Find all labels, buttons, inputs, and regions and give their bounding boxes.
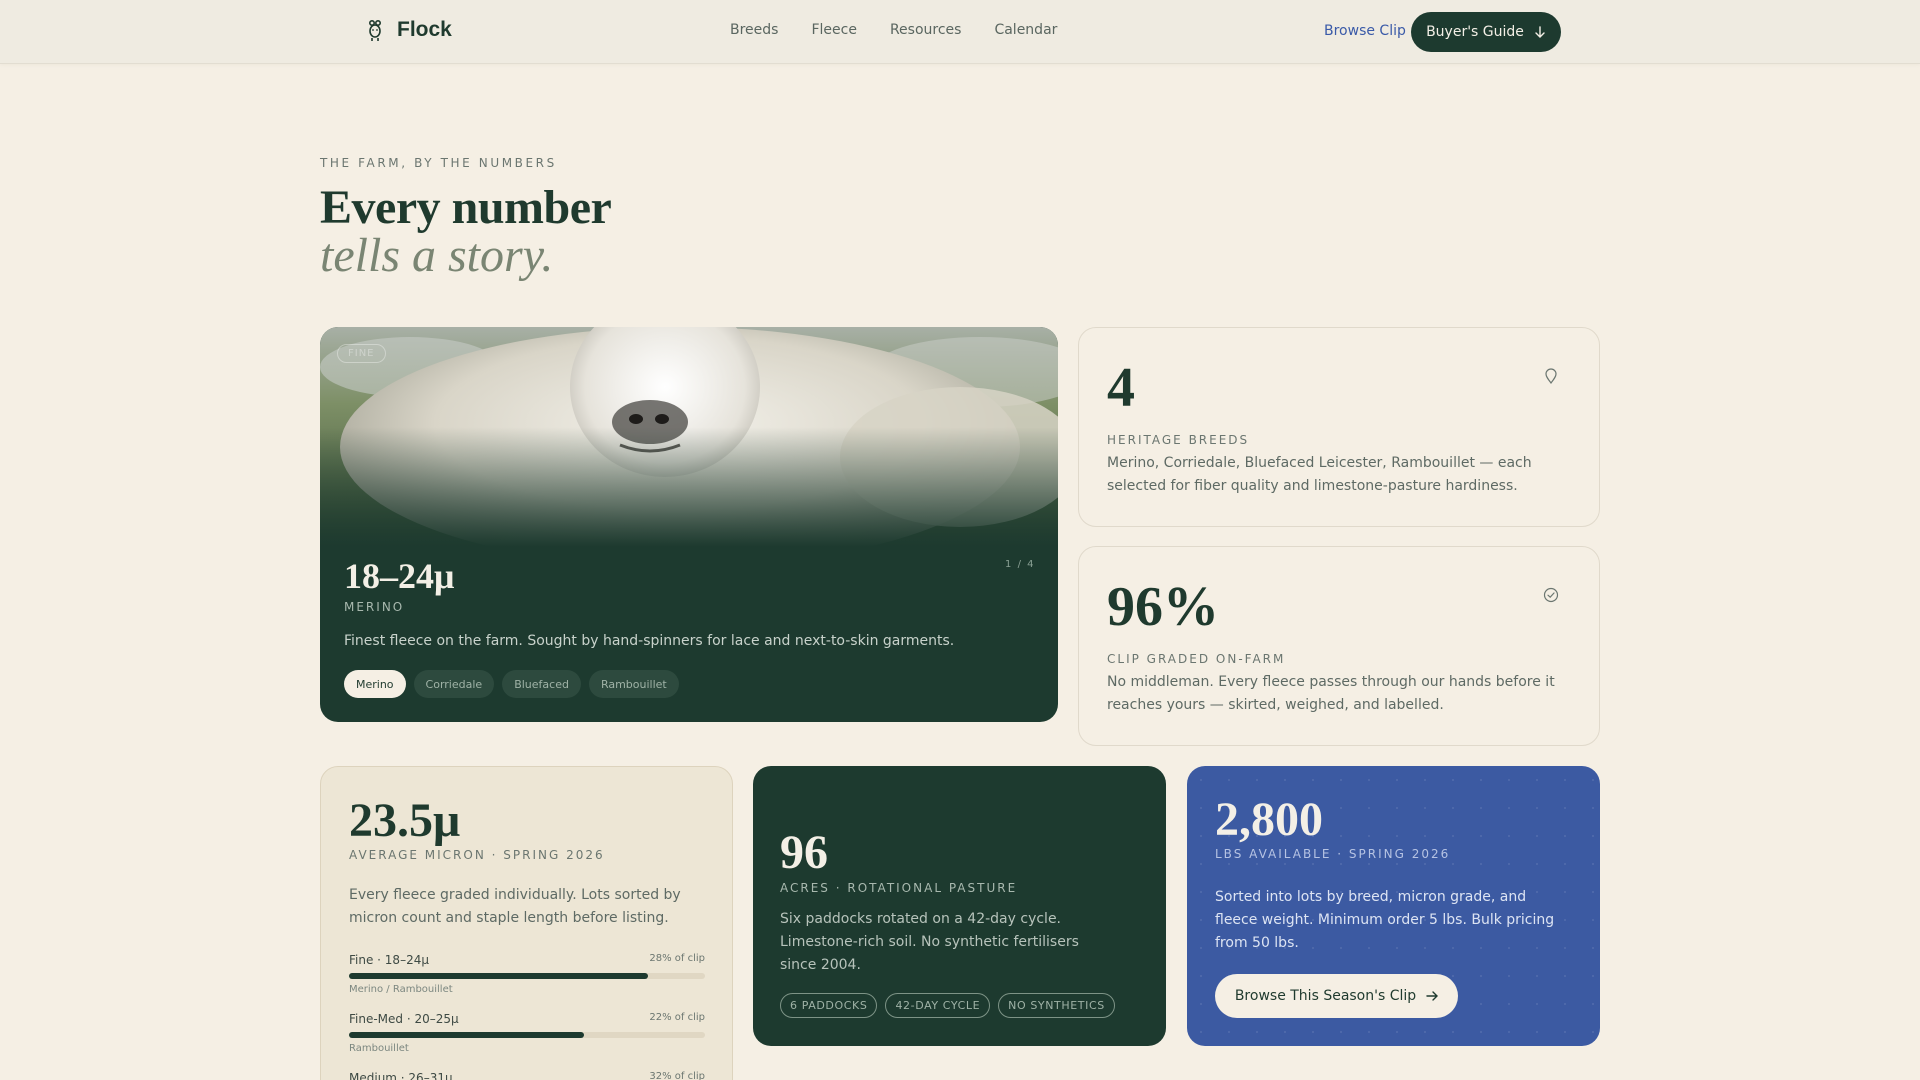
- stat-value: 4: [1107, 357, 1135, 419]
- grade-percent: 22% of clip: [649, 1012, 705, 1023]
- breed-chips: Merino Corriedale Bluefaced Rambouillet: [344, 670, 679, 698]
- nav-link-fleece[interactable]: Fleece: [811, 22, 856, 38]
- chip-merino[interactable]: Merino: [344, 670, 406, 698]
- chip-corriedale[interactable]: Corriedale: [413, 670, 495, 698]
- brand-name: Flock: [397, 18, 452, 41]
- grade-row: Fine · 18–24μ 28% of clip Merino / Rambo…: [349, 953, 705, 995]
- clip-graded-card: 96% CLIP GRADED ON-FARM No middleman. Ev…: [1078, 546, 1600, 746]
- stat-description: No middleman. Every fleece passes throug…: [1107, 674, 1555, 713]
- main-nav: Breeds Fleece Resources Calendar: [730, 22, 1057, 38]
- stat-value: 96%: [1107, 576, 1219, 638]
- stat-description: Merino, Corriedale, Bluefaced Leicester,…: [1107, 455, 1532, 494]
- grade-name: Medium · 26–31μ: [349, 1071, 453, 1080]
- buyers-guide-label: Buyer's Guide: [1426, 24, 1524, 40]
- sheep-logo-icon: [369, 19, 382, 41]
- acres-description: Six paddocks rotated on a 42-day cycle. …: [780, 911, 1079, 973]
- acres-card: 96 ACRES · ROTATIONAL PASTURE Six paddoc…: [753, 766, 1166, 1046]
- micron-label: AVERAGE MICRON · SPRING 2026: [349, 848, 605, 862]
- check-circle-icon: [1543, 587, 1559, 603]
- chip-bluefaced[interactable]: Bluefaced: [502, 670, 581, 698]
- nav-link-breeds[interactable]: Breeds: [730, 22, 778, 38]
- pin-icon: [1545, 368, 1557, 384]
- acres-value: 96: [780, 826, 828, 879]
- grade-bar: [349, 973, 705, 979]
- brand[interactable]: Flock: [365, 18, 452, 42]
- heritage-breeds-card: 4 HERITAGE BREEDS Merino, Corriedale, Bl…: [1078, 327, 1600, 527]
- grade-badge: FINE: [337, 344, 386, 363]
- tag-paddocks: 6 PADDOCKS: [780, 993, 878, 1018]
- chip-rambouillet[interactable]: Rambouillet: [588, 670, 679, 698]
- grade-bar-fill: [349, 973, 649, 979]
- top-nav: Flock Breeds Fleece Resources Calendar B…: [0, 0, 1920, 64]
- grade-row: Fine-Med · 20–25μ 22% of clip Rambouille…: [349, 1012, 705, 1054]
- tag-cycle: 42-DAY CYCLE: [885, 993, 991, 1018]
- grade-bar: [349, 1032, 705, 1038]
- grade-breeds: Rambouillet: [349, 1043, 409, 1054]
- slide-counter: 1 / 4: [1005, 559, 1035, 570]
- lbs-description: Sorted into lots by breed, micron grade,…: [1215, 889, 1555, 951]
- micron-description: Every fleece graded individually. Lots s…: [349, 887, 681, 926]
- nav-link-resources[interactable]: Resources: [890, 22, 962, 38]
- grade-name: Fine-Med · 20–25μ: [349, 1012, 459, 1026]
- breed-feature-card: FINE 1 / 4 18–24μ MERINO Finest fleece o…: [320, 327, 1058, 722]
- arrow-down-icon: [1535, 26, 1545, 38]
- buyers-guide-button[interactable]: Buyer's Guide: [1411, 12, 1561, 52]
- lbs-available-card: 2,800 LBS AVAILABLE · SPRING 2026 Sorted…: [1187, 766, 1600, 1046]
- breed-name: MERINO: [344, 600, 405, 614]
- page-title: Every number: [320, 181, 612, 234]
- lbs-value: 2,800: [1215, 793, 1323, 846]
- arrow-right-icon: [1426, 991, 1439, 1001]
- acres-label: ACRES · ROTATIONAL PASTURE: [780, 881, 1018, 895]
- stat-label: HERITAGE BREEDS: [1107, 433, 1250, 447]
- micron-range: 18–24μ: [344, 556, 455, 596]
- page-subtitle: tells a story.: [320, 229, 554, 282]
- photo-fade: [320, 427, 1058, 547]
- breed-description: Finest fleece on the farm. Sought by han…: [344, 633, 955, 649]
- browse-clip-link[interactable]: Browse Clip: [1324, 23, 1406, 39]
- grade-row: Medium · 26–31μ 32% of clip: [349, 1071, 705, 1080]
- grade-percent: 32% of clip: [649, 1071, 705, 1080]
- stat-label: CLIP GRADED ON-FARM: [1107, 652, 1286, 666]
- browse-season-clip-label: Browse This Season's Clip: [1234, 988, 1417, 1004]
- lbs-label: LBS AVAILABLE · SPRING 2026: [1215, 847, 1451, 861]
- pasture-tags: 6 PADDOCKS 42-DAY CYCLE NO SYNTHETICS: [780, 993, 1115, 1018]
- section-eyebrow: THE FARM, BY THE NUMBERS: [320, 156, 557, 170]
- grade-breeds: Merino / Rambouillet: [349, 984, 453, 995]
- nav-link-calendar[interactable]: Calendar: [994, 22, 1057, 38]
- micron-value: 23.5μ: [349, 794, 461, 847]
- browse-season-clip-button[interactable]: Browse This Season's Clip: [1215, 974, 1458, 1018]
- average-micron-card: 23.5μ AVERAGE MICRON · SPRING 2026 Every…: [320, 766, 733, 1080]
- tag-no-synthetics: NO SYNTHETICS: [998, 993, 1115, 1018]
- grade-percent: 28% of clip: [649, 953, 705, 964]
- grade-bar-fill: [349, 1032, 584, 1038]
- grade-name: Fine · 18–24μ: [349, 953, 429, 967]
